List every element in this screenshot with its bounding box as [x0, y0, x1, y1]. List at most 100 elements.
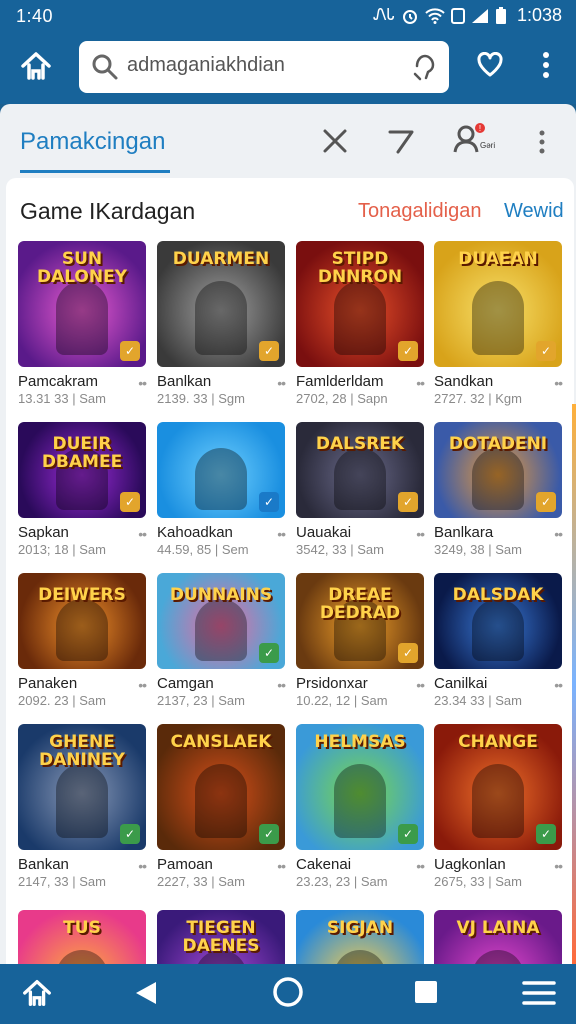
game-tile[interactable]: DUAEAN ✓ Sandkan 2727. 32 | Kgm ••	[434, 241, 563, 417]
game-thumbnail[interactable]: SIGJAN	[296, 910, 424, 964]
game-thumbnail[interactable]: STIPD DNNRON ✓	[296, 241, 424, 367]
character-art	[334, 281, 386, 355]
game-thumbnail[interactable]: CANSLAEK ✓	[157, 724, 285, 850]
tile-more-icon[interactable]: ••	[277, 677, 286, 693]
alarm-icon	[402, 9, 417, 24]
game-thumbnail[interactable]: TIEGEN DAENES	[157, 910, 285, 964]
tile-more-icon[interactable]: ••	[277, 526, 286, 542]
game-meta: 2139. 33 | Sgm	[157, 391, 245, 406]
game-meta: 23.23, 23 | Sam	[296, 874, 388, 889]
game-thumbnail[interactable]: GHENE DANINEY ✓	[18, 724, 146, 850]
game-tile[interactable]: DOTADENI ✓ Banlkara 3249, 38 | Sam ••	[434, 422, 563, 598]
game-tile[interactable]: DALSREK ✓ Uauakai 3542, 33 | Sam ••	[296, 422, 425, 598]
tile-more-icon[interactable]: ••	[138, 375, 147, 391]
game-logo-text: SIGJAN	[326, 918, 394, 938]
favorites-icon[interactable]	[476, 52, 504, 78]
search-input[interactable]	[127, 54, 397, 77]
nav-back-icon[interactable]	[134, 980, 158, 1006]
game-meta: 2702, 28 | Sapn	[296, 391, 388, 406]
tile-more-icon[interactable]: ••	[554, 375, 563, 391]
rating-badge-icon: ✓	[398, 643, 418, 663]
filter-icon[interactable]	[386, 126, 416, 156]
game-tile[interactable]: CHANGE ✓ Uagkonlan 2675, 33 | Sam ••	[434, 724, 563, 900]
tile-more-icon[interactable]: ••	[416, 375, 425, 391]
game-tile[interactable]: SIGJAN	[296, 910, 424, 964]
game-tile[interactable]: TUS	[18, 910, 146, 964]
game-logo-text: SUN DALONEY	[36, 249, 128, 287]
tile-more-icon[interactable]: ••	[138, 677, 147, 693]
game-tile[interactable]: VJ LAINA	[434, 910, 562, 964]
game-thumbnail[interactable]: TUS	[18, 910, 146, 964]
tab-overflow-icon[interactable]	[532, 128, 552, 158]
nav-recents-icon[interactable]	[414, 980, 438, 1004]
game-tile[interactable]: ✓ Kahoadkan 44.59, 85 | Sem ••	[157, 422, 286, 598]
game-thumbnail[interactable]: DUNNAINS ✓	[157, 573, 285, 669]
game-thumbnail[interactable]: DUEIR DBAMEE ✓	[18, 422, 146, 518]
character-art	[334, 764, 386, 838]
section-link-primary[interactable]: Tonagalidigan	[358, 200, 481, 223]
game-meta: 13.31 33 | Sam	[18, 391, 106, 406]
tile-more-icon[interactable]: ••	[138, 526, 147, 542]
status-bar: 1:40 ᏁᏓ 1:038	[0, 0, 576, 34]
game-tile[interactable]: DREAE DEDRAD ✓ Prsidonxar 10.22, 12 | Sam ••	[296, 573, 425, 749]
nav-home-button-icon[interactable]	[272, 976, 304, 1008]
tile-more-icon[interactable]: ••	[277, 375, 286, 391]
game-title: Famlderldam	[296, 373, 384, 390]
game-thumbnail[interactable]: CHANGE ✓	[434, 724, 562, 850]
signal-icon	[471, 8, 488, 23]
game-thumbnail[interactable]: DALSREK ✓	[296, 422, 424, 518]
game-tile[interactable]: HELMSAS ✓ Cakenai 23.23, 23 | Sam ••	[296, 724, 425, 900]
game-thumbnail[interactable]: DEIWERS	[18, 573, 146, 669]
profile-icon[interactable]: !	[452, 122, 486, 156]
game-title: Prsidonxar	[296, 675, 368, 692]
game-thumbnail[interactable]: DREAE DEDRAD ✓	[296, 573, 424, 669]
tile-more-icon[interactable]: ••	[277, 858, 286, 874]
tile-more-icon[interactable]: ••	[138, 858, 147, 874]
home-icon[interactable]	[18, 48, 54, 84]
voice-search-icon[interactable]	[411, 52, 437, 82]
tile-more-icon[interactable]: ••	[416, 858, 425, 874]
game-tile[interactable]: DUNNAINS ✓ Camgan 2137, 23 | Sam ••	[157, 573, 286, 749]
search-box[interactable]	[79, 41, 449, 93]
game-tile[interactable]: CANSLAEK ✓ Pamoan 2227, 33 | Sam ••	[157, 724, 286, 900]
game-meta: 10.22, 12 | Sam	[296, 693, 388, 708]
character-art	[195, 448, 247, 510]
game-thumbnail[interactable]: SUN DALONEY ✓	[18, 241, 146, 367]
shuffle-icon[interactable]	[320, 126, 350, 156]
game-tile[interactable]: TIEGEN DAENES	[157, 910, 285, 964]
character-art	[472, 599, 524, 661]
overflow-menu-icon[interactable]	[536, 50, 556, 80]
bottom-navigation	[0, 964, 576, 1024]
tab-active[interactable]: Pamakcingan	[20, 128, 165, 156]
game-tile[interactable]: DUARMEN ✓ Banlkan 2139. 33 | Sgm ••	[157, 241, 286, 417]
section-link-secondary[interactable]: Wewid	[504, 200, 564, 223]
game-tile[interactable]: STIPD DNNRON ✓ Famlderldam 2702, 28 | Sapn •…	[296, 241, 425, 417]
game-title: Pamcakram	[18, 373, 99, 390]
game-logo-text: GHENE DANINEY	[39, 732, 125, 770]
game-title: Uagkonlan	[434, 856, 506, 873]
tab-bar: Pamakcingan ! Gəri	[0, 104, 576, 176]
game-thumbnail[interactable]: DUAEAN ✓	[434, 241, 562, 367]
game-thumbnail[interactable]: ✓	[157, 422, 285, 518]
game-thumbnail[interactable]: DOTADENI ✓	[434, 422, 562, 518]
tile-more-icon[interactable]: ••	[554, 526, 563, 542]
game-thumbnail[interactable]: DUARMEN ✓	[157, 241, 285, 367]
tile-more-icon[interactable]: ••	[416, 677, 425, 693]
game-title: Panaken	[18, 675, 78, 692]
game-tile[interactable]: DUEIR DBAMEE ✓ Sapkan 2013; 18 | Sam ••	[18, 422, 147, 598]
tile-more-icon[interactable]: ••	[554, 858, 563, 874]
game-thumbnail[interactable]: HELMSAS ✓	[296, 724, 424, 850]
tile-more-icon[interactable]: ••	[554, 677, 563, 693]
game-tile[interactable]: DEIWERS Panaken 2092. 23 | Sam ••	[18, 573, 147, 749]
nav-menu-icon[interactable]	[522, 980, 556, 1006]
game-thumbnail[interactable]: VJ LAINA	[434, 910, 562, 964]
tile-more-icon[interactable]: ••	[416, 526, 425, 542]
game-tile[interactable]: DALSDAK Canilkai 23.34 33 | Sam ••	[434, 573, 563, 749]
character-art	[195, 764, 247, 838]
nav-home-icon[interactable]	[20, 976, 54, 1010]
rating-badge-icon: ✓	[398, 824, 418, 844]
game-tile[interactable]: SUN DALONEY ✓ Pamcakram 13.31 33 | Sam ••	[18, 241, 147, 417]
game-thumbnail[interactable]: DALSDAK	[434, 573, 562, 669]
character-art	[56, 764, 108, 838]
game-tile[interactable]: GHENE DANINEY ✓ Bankan 2147, 33 | Sam ••	[18, 724, 147, 900]
